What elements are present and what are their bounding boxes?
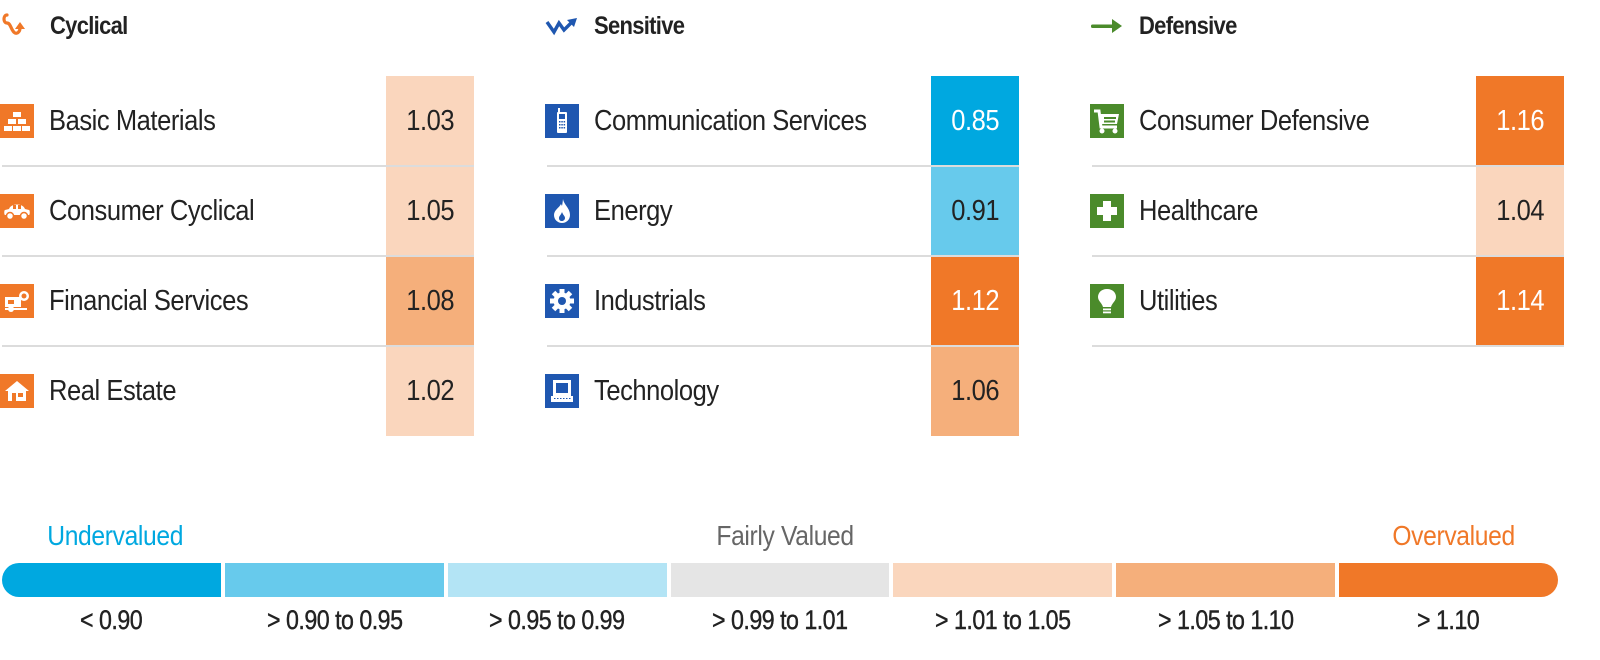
value-cell: 0.91 — [931, 166, 1019, 256]
sector-list: Consumer Defensive 1.16 Healthcare 1.04 … — [1090, 76, 1564, 347]
sector-row: Communication Services 0.85 — [545, 76, 1019, 167]
row-divider — [2, 345, 474, 347]
value-label: 1.03 — [406, 104, 454, 137]
group-cyclical: Cyclical Basic Materials 1.03 Consumer C… — [0, 0, 474, 440]
row-divider — [2, 255, 474, 257]
value-label: 1.04 — [1496, 194, 1544, 227]
house-icon — [0, 374, 34, 408]
value-label: 1.14 — [1496, 284, 1544, 317]
sector-name: Utilities — [1139, 284, 1218, 317]
group-title: Sensitive — [594, 11, 685, 40]
legend-fairly-valued-label: Fairly Valued — [716, 520, 854, 551]
value-label: 1.02 — [406, 374, 454, 407]
sector-row: Consumer Defensive 1.16 — [1090, 76, 1564, 167]
sector-name: Energy — [594, 194, 673, 227]
legend-range-label: < 0.90 — [80, 605, 143, 635]
value-cell: 1.03 — [386, 76, 474, 166]
legend-overvalued-label: Overvalued — [1392, 520, 1515, 551]
legend-swatch — [670, 563, 890, 597]
gear-icon — [545, 284, 579, 318]
row-divider — [1092, 345, 1564, 347]
group-sensitive: Sensitive Communication Services 0.85 En… — [545, 0, 1019, 440]
legend-range-label: > 0.95 to 0.99 — [489, 605, 625, 635]
legend-swatch — [1339, 563, 1559, 597]
legend-range-label: > 0.99 to 1.01 — [712, 605, 848, 635]
sector-list: Communication Services 0.85 Energy 0.91 … — [545, 76, 1019, 436]
shopping-cart-icon — [1090, 104, 1124, 138]
group-defensive: Defensive Consumer Defensive 1.16 Health… — [1090, 0, 1564, 440]
sector-name: Consumer Cyclical — [49, 194, 255, 227]
sector-row: Healthcare 1.04 — [1090, 166, 1564, 257]
sector-name: Consumer Defensive — [1139, 104, 1370, 137]
value-label: 1.08 — [406, 284, 454, 317]
sector-row: Technology 1.06 — [545, 346, 1019, 436]
gold-bars-icon — [0, 104, 34, 138]
value-label: 1.16 — [1496, 104, 1544, 137]
value-cell: 1.02 — [386, 346, 474, 436]
group-title: Cyclical — [50, 11, 128, 40]
sector-list: Basic Materials 1.03 Consumer Cyclical 1… — [0, 76, 474, 436]
legend-swatch — [224, 563, 444, 597]
legend-undervalued-label: Undervalued — [47, 520, 184, 551]
sector-row: Energy 0.91 — [545, 166, 1019, 257]
legend-range-labels: < 0.90 > 0.90 to 0.95 > 0.95 to 0.99 > 0… — [2, 605, 1558, 636]
value-label: 1.06 — [951, 374, 999, 407]
row-divider — [2, 165, 474, 167]
value-cell: 1.08 — [386, 256, 474, 346]
sector-name: Healthcare — [1139, 194, 1259, 227]
legend-swatch — [447, 563, 667, 597]
medical-cross-icon — [1090, 194, 1124, 228]
legend-range-label: > 0.90 to 0.95 — [266, 605, 403, 635]
legend-swatch — [893, 563, 1113, 597]
car-icon — [0, 194, 34, 228]
sector-name: Technology — [594, 374, 719, 407]
defensive-arrow-icon — [1090, 11, 1124, 41]
legend-range-label: > 1.05 to 1.10 — [1157, 605, 1294, 635]
lightbulb-icon — [1090, 284, 1124, 318]
value-cell: 1.05 — [386, 166, 474, 256]
sector-row: Consumer Cyclical 1.05 — [0, 166, 474, 257]
mobile-phone-icon — [545, 104, 579, 138]
value-cell: 1.16 — [1476, 76, 1564, 166]
sector-row: Basic Materials 1.03 — [0, 76, 474, 167]
group-header-sensitive: Sensitive — [545, 8, 697, 44]
flame-icon — [545, 194, 579, 228]
legend-range-label: > 1.01 to 1.05 — [935, 605, 1071, 635]
legend-swatch — [2, 563, 221, 597]
sector-name: Basic Materials — [49, 104, 216, 137]
sector-name: Communication Services — [594, 104, 867, 137]
computer-icon — [545, 374, 579, 408]
row-divider — [547, 165, 1019, 167]
value-cell: 1.14 — [1476, 256, 1564, 346]
legend-color-scale — [2, 563, 1559, 597]
value-label: 1.05 — [406, 194, 454, 227]
sector-name: Industrials — [594, 284, 706, 317]
sector-name: Real Estate — [49, 374, 177, 407]
value-label: 1.12 — [951, 284, 999, 317]
value-cell: 0.85 — [931, 76, 1019, 166]
group-header-defensive: Defensive — [1090, 8, 1250, 44]
value-cell: 1.12 — [931, 256, 1019, 346]
sector-row: Industrials 1.12 — [545, 256, 1019, 347]
sector-name: Financial Services — [49, 284, 249, 317]
value-cell: 1.06 — [931, 346, 1019, 436]
sector-row: Utilities 1.14 — [1090, 256, 1564, 347]
group-header-cyclical: Cyclical — [2, 8, 138, 44]
group-title: Defensive — [1139, 11, 1237, 40]
legend-swatch — [1116, 563, 1336, 597]
sensitive-zigzag-icon — [545, 11, 579, 41]
row-divider — [547, 345, 1019, 347]
sector-row: Real Estate 1.02 — [0, 346, 474, 436]
row-divider — [547, 255, 1019, 257]
value-label: 0.85 — [951, 104, 999, 137]
money-icon — [0, 284, 34, 318]
sector-row: Financial Services 1.08 — [0, 256, 474, 347]
value-label: 0.91 — [951, 194, 999, 227]
cyclical-arrow-icon — [2, 11, 36, 41]
value-cell: 1.04 — [1476, 166, 1564, 256]
row-divider — [1092, 165, 1564, 167]
legend-range-label: > 1.10 — [1417, 605, 1480, 635]
row-divider — [1092, 255, 1564, 257]
